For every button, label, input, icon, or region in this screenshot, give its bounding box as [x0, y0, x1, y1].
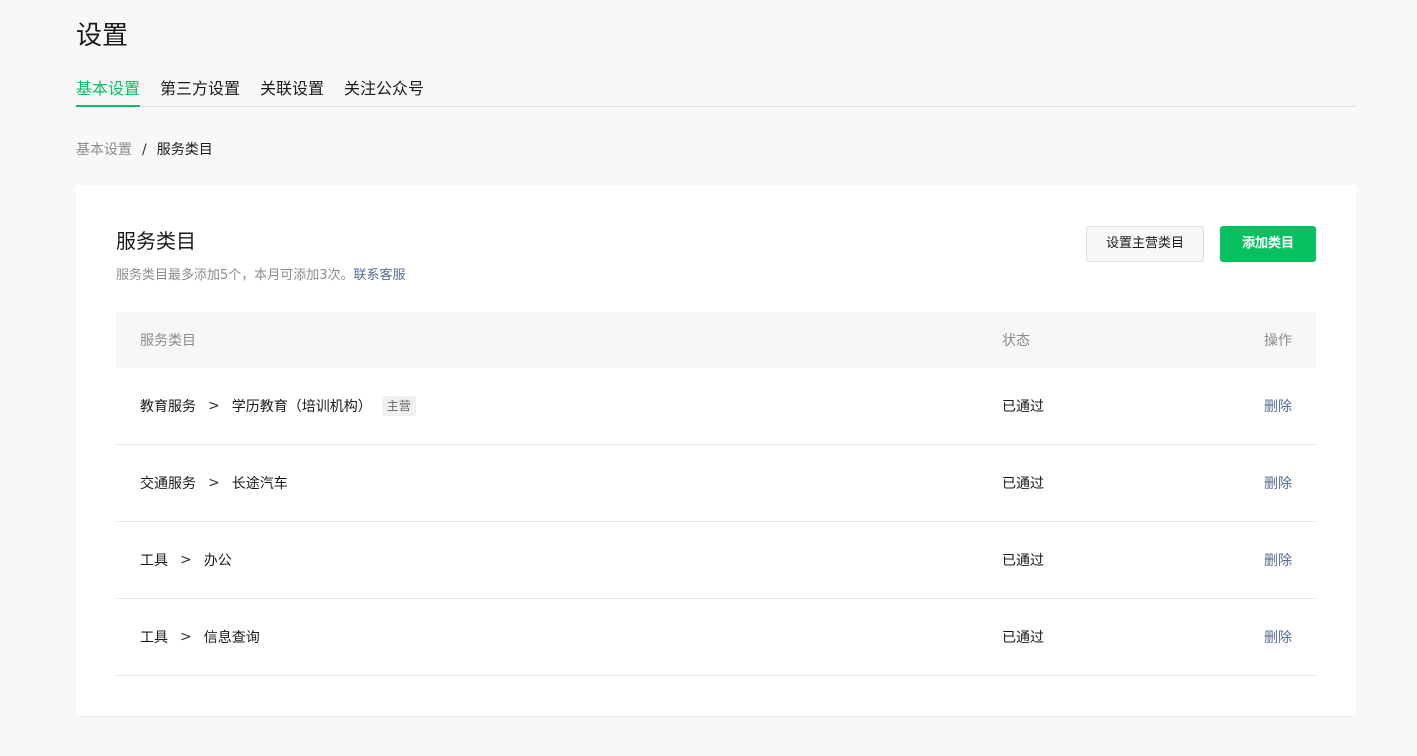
table-header: 服务类目 状态 操作 [116, 312, 1316, 368]
header-action: 操作 [1264, 333, 1292, 349]
tab-related-settings[interactable]: 关联设置 [260, 76, 324, 107]
breadcrumb-separator: / [142, 142, 147, 158]
status-cell: 已通过 [1002, 399, 1044, 415]
delete-link[interactable]: 删除 [1264, 550, 1292, 570]
category-parent: 教育服务 [140, 399, 196, 415]
tab-basic-settings[interactable]: 基本设置 [76, 76, 141, 107]
settings-tabs: 基本设置 第三方设置 关联设置 关注公众号 [76, 76, 1356, 107]
category-child: 学历教育（培训机构） [231, 399, 372, 415]
page-title: 设置 [76, 21, 129, 51]
tab-third-party-settings[interactable]: 第三方设置 [160, 76, 240, 107]
main-category-badge: 主营 [381, 396, 416, 416]
delete-link[interactable]: 删除 [1264, 627, 1292, 647]
header-category: 服务类目 [140, 333, 196, 349]
set-main-category-button[interactable]: 设置主营类目 [1086, 226, 1204, 262]
category-parent: 工具 [140, 553, 168, 569]
category-child: 办公 [203, 553, 232, 569]
service-category-card: 服务类目 服务类目最多添加5个，本月可添加3次。联系客服 设置主营类目 添加类目… [76, 185, 1356, 716]
card-description: 服务类目最多添加5个，本月可添加3次。联系客服 [116, 266, 406, 286]
category-parent: 工具 [140, 630, 168, 646]
contact-support-link[interactable]: 联系客服 [354, 268, 406, 283]
category-cell: 教育服务 > 学历教育（培训机构） 主营 [140, 396, 416, 416]
header-status: 状态 [1002, 333, 1030, 349]
card-title: 服务类目 [116, 229, 196, 253]
category-child: 信息查询 [203, 630, 260, 646]
table-row: 工具 > 办公 已通过 删除 [116, 522, 1316, 599]
status-cell: 已通过 [1002, 553, 1044, 569]
status-cell: 已通过 [1002, 476, 1044, 492]
add-category-button[interactable]: 添加类目 [1220, 226, 1316, 262]
category-parent: 交通服务 [140, 476, 196, 492]
delete-link[interactable]: 删除 [1264, 473, 1292, 493]
breadcrumb-current: 服务类目 [156, 142, 213, 158]
category-cell: 交通服务 > 长途汽车 [140, 473, 288, 493]
table-row: 工具 > 信息查询 已通过 删除 [116, 599, 1316, 676]
category-separator: > [208, 475, 220, 491]
category-separator: > [180, 552, 192, 568]
breadcrumb-parent-link[interactable]: 基本设置 [76, 141, 132, 159]
category-table: 服务类目 状态 操作 教育服务 > 学历教育（培训机构） 主营 已通过 删除 交… [116, 312, 1316, 676]
category-cell: 工具 > 信息查询 [140, 627, 260, 647]
table-row: 交通服务 > 长途汽车 已通过 删除 [116, 445, 1316, 522]
table-row: 教育服务 > 学历教育（培训机构） 主营 已通过 删除 [116, 368, 1316, 445]
card-description-text: 服务类目最多添加5个，本月可添加3次。 [116, 268, 354, 283]
tab-follow-official-account[interactable]: 关注公众号 [344, 76, 424, 107]
category-cell: 工具 > 办公 [140, 550, 232, 570]
breadcrumb: 基本设置 / 服务类目 [76, 141, 213, 159]
status-cell: 已通过 [1002, 630, 1044, 646]
category-separator: > [208, 398, 220, 414]
category-separator: > [180, 629, 192, 645]
delete-link[interactable]: 删除 [1264, 396, 1292, 416]
category-child: 长途汽车 [231, 476, 288, 492]
